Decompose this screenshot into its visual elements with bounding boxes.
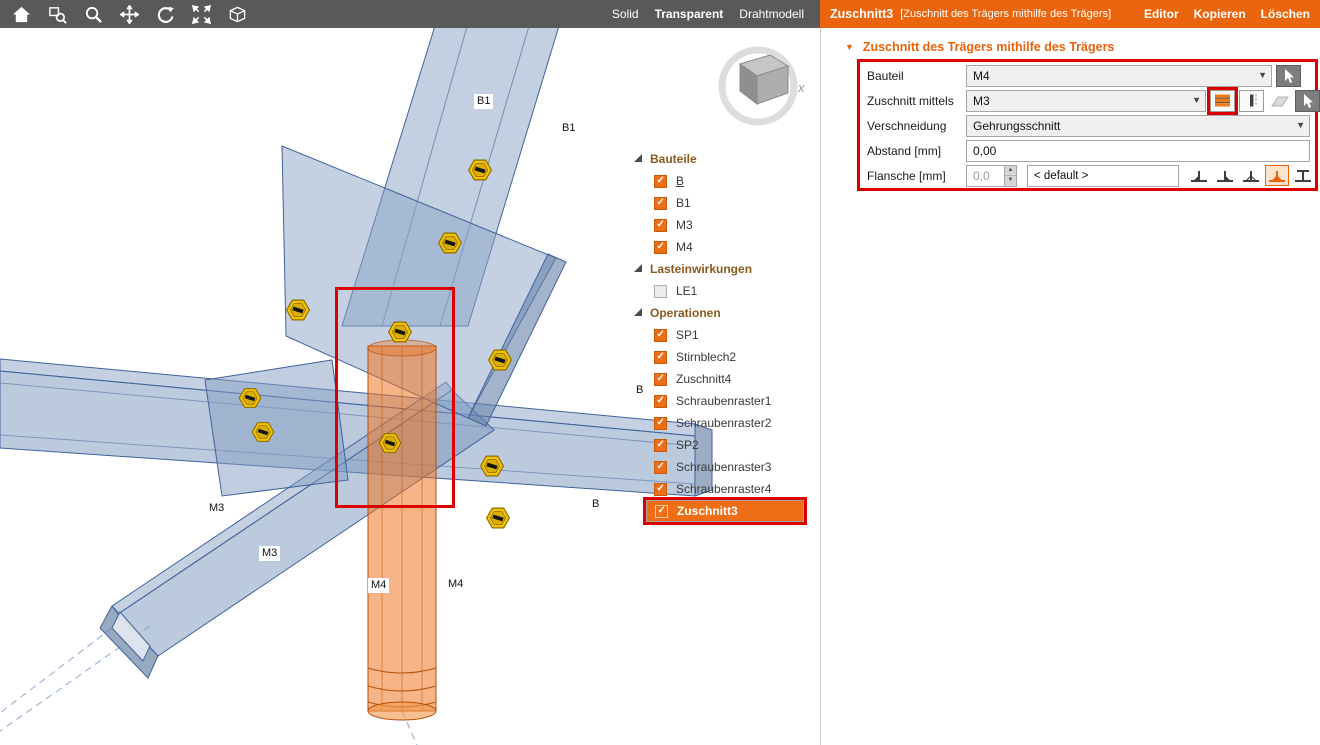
checkbox[interactable] (654, 483, 667, 496)
tree-item-zuschnitt3-selected[interactable]: Zuschnitt3 (646, 500, 804, 522)
tree-item-le1[interactable]: LE1 (654, 280, 697, 302)
properties-panel: ▼ Zuschnitt des Trägers mithilfe des Trä… (820, 28, 1320, 745)
abstand-label: Abstand [mm] (867, 144, 966, 158)
member-label: M3 (259, 546, 280, 561)
collapse-arrow-icon (634, 308, 642, 316)
checkbox[interactable] (654, 219, 667, 232)
editor-button[interactable]: Editor (1144, 7, 1179, 21)
checkbox[interactable] (654, 329, 667, 342)
3d-viewport[interactable]: x B1 B1 M3 M3 M4 M4 B B Bauteile B B1 M3… (0, 28, 820, 745)
checkbox[interactable] (654, 461, 667, 474)
tree-group-lasteinwirkungen[interactable]: Lasteinwirkungen (632, 258, 752, 280)
search-icon[interactable] (80, 2, 106, 26)
checkbox[interactable] (654, 439, 667, 452)
collapse-triangle-icon: ▼ (845, 42, 854, 52)
view-mode-drahtmodell[interactable]: Drahtmodell (739, 7, 804, 21)
tree-item-b1[interactable]: B1 (654, 192, 691, 214)
surface-cut-button-disabled (1267, 90, 1292, 112)
plate-cut-button[interactable] (1239, 90, 1264, 112)
centerlines (0, 626, 417, 745)
tree-item-schraubenraster1[interactable]: Schraubenraster1 (654, 390, 771, 412)
tree-item-m4[interactable]: M4 (654, 236, 693, 258)
rotate-view-icon[interactable] (152, 2, 178, 26)
checkbox[interactable] (654, 373, 667, 386)
checkbox[interactable] (654, 197, 667, 210)
bauteil-label: Bauteil (867, 69, 966, 83)
tree-item-sp1[interactable]: SP1 (654, 324, 699, 346)
tree-group-operationen[interactable]: Operationen (632, 302, 721, 324)
section-header[interactable]: ▼ Zuschnitt des Trägers mithilfe des Trä… (845, 40, 1114, 54)
select-pointer-button[interactable] (1276, 65, 1301, 87)
pan-icon[interactable] (116, 2, 142, 26)
stepper-up-icon[interactable]: ▲ (1005, 166, 1016, 177)
stepper-down-icon[interactable]: ▼ (1005, 176, 1016, 186)
zoom-fit-icon[interactable] (188, 2, 214, 26)
gusset-plate-lower (205, 360, 348, 496)
tree-item-stirnblech2[interactable]: Stirnblech2 (654, 346, 736, 368)
zoom-window-icon[interactable] (44, 2, 70, 26)
operation-title: Zuschnitt3 (830, 7, 893, 21)
member-label: M4 (368, 578, 389, 593)
tree-item-b[interactable]: B (654, 170, 684, 192)
collapse-arrow-icon (634, 154, 642, 162)
verschneidung-select[interactable]: Gehrungsschnitt▼ (966, 115, 1310, 137)
member-label: B1 (474, 94, 493, 109)
zuschnitt-mittels-select[interactable]: M3▼ (966, 90, 1206, 112)
flansche-stepper[interactable]: ▲▼ (1004, 165, 1017, 187)
flansche-input[interactable] (966, 165, 1004, 187)
member-label: B (589, 497, 602, 512)
weld-type-2-button[interactable] (1213, 165, 1237, 186)
flansche-label: Flansche [mm] (867, 169, 966, 183)
isometric-view-icon[interactable] (224, 2, 250, 26)
navigation-cube[interactable]: x (712, 40, 812, 140)
view-mode-transparent[interactable]: Transparent (655, 7, 724, 21)
member-m4 (368, 340, 436, 720)
kopieren-button[interactable]: Kopieren (1194, 7, 1246, 21)
weld-type-3-button[interactable] (1239, 165, 1263, 186)
operation-subtitle: [Zuschnitt des Trägers mithilfe des Träg… (900, 8, 1111, 20)
member-label: M3 (206, 501, 227, 516)
view-mode-solid[interactable]: Solid (612, 7, 639, 21)
zuschnitt-mittels-label: Zuschnitt mittels (867, 94, 966, 108)
annotation-highlight-button (1210, 90, 1235, 112)
tree-item-schraubenraster4[interactable]: Schraubenraster4 (654, 478, 771, 500)
checkbox[interactable] (654, 241, 667, 254)
home-icon[interactable] (8, 2, 34, 26)
loeschen-button[interactable]: Löschen (1261, 7, 1310, 21)
tree-item-schraubenraster3[interactable]: Schraubenraster3 (654, 456, 771, 478)
collapse-arrow-icon (634, 264, 642, 272)
checkbox[interactable] (654, 175, 667, 188)
bauteil-select[interactable]: M4▼ (966, 65, 1272, 87)
abstand-input[interactable] (966, 140, 1310, 162)
verschneidung-label: Verschneidung (867, 119, 966, 133)
chevron-down-icon: ▼ (1258, 70, 1267, 80)
operation-header-bar: Zuschnitt3 [Zuschnitt des Trägers mithil… (820, 0, 1320, 28)
chevron-down-icon: ▼ (1192, 95, 1201, 105)
viewport-toolbar: Solid Transparent Drahtmodell (0, 0, 820, 28)
checkbox[interactable] (654, 417, 667, 430)
svg-text:x: x (797, 80, 805, 95)
member-label: M4 (445, 577, 466, 592)
checkbox[interactable] (655, 505, 668, 518)
tree-item-m3[interactable]: M3 (654, 214, 693, 236)
tree-item-schraubenraster2[interactable]: Schraubenraster2 (654, 412, 771, 434)
weld-type-4-button-active[interactable] (1265, 165, 1289, 186)
chevron-down-icon: ▼ (1296, 120, 1305, 130)
tree-group-bauteile[interactable]: Bauteile (632, 148, 697, 170)
section-title: Zuschnitt des Trägers mithilfe des Träge… (863, 40, 1114, 54)
tree-item-zuschnitt4[interactable]: Zuschnitt4 (654, 368, 731, 390)
checkbox[interactable] (654, 285, 667, 298)
weld-type-5-button[interactable] (1291, 165, 1315, 186)
beam-cut-button[interactable] (1210, 90, 1235, 112)
tree-item-sp2[interactable]: SP2 (654, 434, 699, 456)
select-pointer-button[interactable] (1295, 90, 1320, 112)
flansche-default-select[interactable]: < default > (1027, 165, 1179, 187)
checkbox[interactable] (654, 351, 667, 364)
member-label: B1 (559, 121, 578, 136)
weld-type-1-button[interactable] (1187, 165, 1211, 186)
model-tree: Bauteile B B1 M3 M4 Lasteinwirkungen LE1 (632, 148, 814, 528)
checkbox[interactable] (654, 395, 667, 408)
